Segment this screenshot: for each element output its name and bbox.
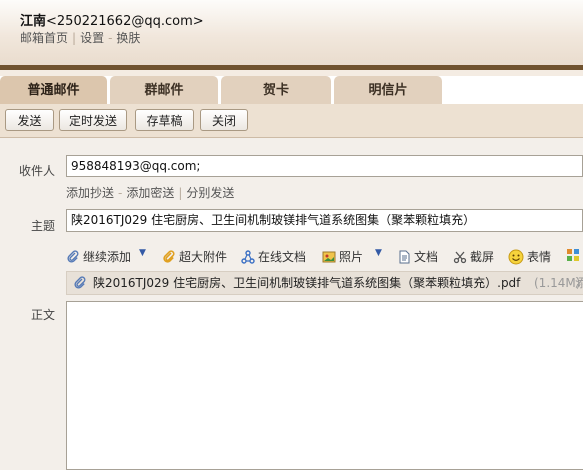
separator: | (178, 186, 183, 200)
tab-postcard[interactable]: 明信片 (334, 76, 442, 104)
attachment-truncated-text: 添 (575, 272, 583, 294)
tab-group-mail[interactable]: 群邮件 (110, 76, 218, 104)
subject-field[interactable]: 陕2016TJ029 住宅厨房、卫生间机制玻镁排气道系统图集（聚苯颗粒填充） (66, 209, 583, 232)
body-label: 正文 (31, 308, 56, 322)
attachment-size: (1.14M) (534, 276, 581, 290)
tab-normal-mail[interactable]: 普通邮件 (0, 76, 107, 104)
online-doc-tool[interactable]: 在线文档 (241, 248, 306, 265)
settings-link[interactable]: 设置 (80, 31, 104, 45)
scheduled-send-button[interactable]: 定时发送 (59, 109, 127, 131)
mail-header: 江南<250221662@qq.com> 邮箱首页 | 设置 - 换肤 (0, 0, 583, 66)
header-links: 邮箱首页 | 设置 - 换肤 (20, 29, 140, 46)
continue-add-tool[interactable]: 继续添加 (66, 248, 131, 265)
mailbox-home-link[interactable]: 邮箱首页 (20, 31, 68, 45)
emoji-label: 表情 (527, 250, 552, 264)
add-cc-link[interactable]: 添加抄送 (66, 186, 114, 200)
body-editor[interactable] (66, 301, 583, 470)
close-button[interactable]: 关闭 (200, 109, 248, 131)
document-icon (399, 250, 410, 264)
compose-form: 收件人 958848193@qq.com; 添加抄送 - 添加密送 | 分别发送 主题 … (0, 138, 583, 470)
separator: | (72, 31, 77, 45)
more-tools-icon[interactable] (566, 248, 583, 262)
big-attachment-label: 超大附件 (179, 250, 228, 264)
big-attachment-tool[interactable]: 超大附件 (162, 248, 227, 265)
emoji-tool[interactable]: 表情 (508, 248, 551, 265)
photo-dropdown-icon[interactable]: ▼ (375, 248, 382, 258)
subject-value: 陕2016TJ029 住宅厨房、卫生间机制玻镁排气道系统图集（聚苯颗粒填充） (71, 213, 476, 227)
attachment-name: 陕2016TJ029 住宅厨房、卫生间机制玻镁排气道系统图集（聚苯颗粒填充）.p… (93, 276, 521, 290)
separator: - (108, 31, 113, 45)
separate-send-link[interactable]: 分别发送 (186, 186, 234, 200)
continue-add-label: 继续添加 (83, 250, 132, 264)
recipient-value: 958848193@qq.com; (71, 159, 201, 173)
photo-tool[interactable]: 照片 (322, 248, 363, 265)
scissors-icon (453, 251, 467, 264)
add-bcc-link[interactable]: 添加密送 (126, 186, 174, 200)
attachment-item[interactable]: 陕2016TJ029 住宅厨房、卫生间机制玻镁排气道系统图集（聚苯颗粒填充）.p… (66, 271, 583, 295)
attachment-paperclip-icon (74, 276, 86, 289)
paperclip-icon (67, 250, 79, 263)
user-identity: 江南<250221662@qq.com> (20, 10, 204, 29)
big-paperclip-icon (163, 250, 175, 263)
separator: - (118, 186, 123, 200)
grid-icon (567, 249, 579, 261)
screenshot-tool[interactable]: 截屏 (453, 248, 494, 265)
document-tool[interactable]: 文档 (397, 248, 438, 265)
online-doc-label: 在线文档 (258, 250, 307, 264)
continue-add-dropdown-icon[interactable]: ▼ (139, 248, 146, 258)
photo-icon (322, 251, 336, 263)
save-draft-button[interactable]: 存草稿 (135, 109, 194, 131)
user-email: <250221662@qq.com> (46, 14, 204, 29)
photo-label: 照片 (339, 250, 364, 264)
recipient-field[interactable]: 958848193@qq.com; (66, 155, 583, 177)
subject-label: 主题 (31, 219, 56, 233)
recipient-options: 添加抄送 - 添加密送 | 分别发送 (66, 184, 234, 201)
compose-type-tabs: 普通邮件 群邮件 贺卡 明信片 (0, 76, 583, 104)
share-nodes-icon (241, 250, 255, 264)
compose-toolbar: 发送 定时发送 存草稿 关闭 (0, 104, 583, 138)
tab-greeting-card[interactable]: 贺卡 (221, 76, 331, 104)
user-name: 江南 (20, 14, 47, 29)
document-label: 文档 (414, 250, 439, 264)
send-button[interactable]: 发送 (5, 109, 54, 131)
recipient-label: 收件人 (19, 164, 56, 178)
change-skin-link[interactable]: 换肤 (116, 31, 140, 45)
screenshot-label: 截屏 (470, 250, 495, 264)
smiley-icon (508, 249, 524, 265)
